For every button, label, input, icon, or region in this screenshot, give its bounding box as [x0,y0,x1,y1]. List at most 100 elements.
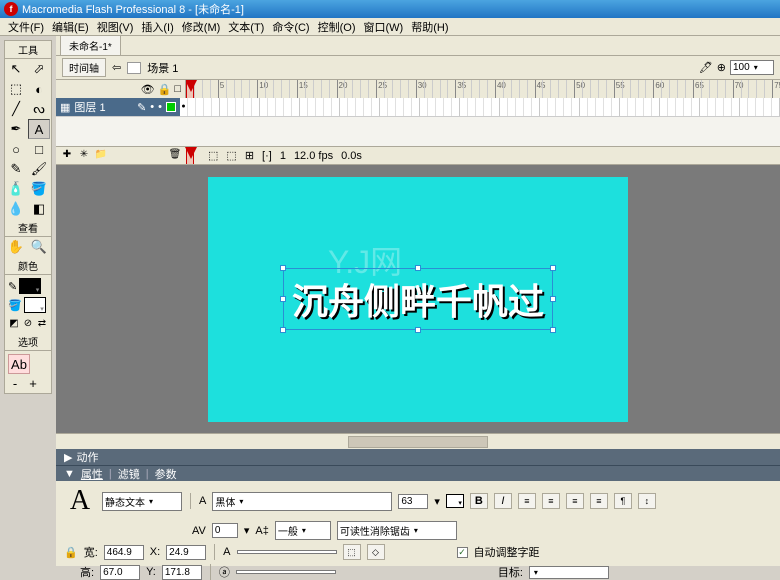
menu-text[interactable]: 文本(T) [224,19,268,35]
modify-onion-icon[interactable]: [·] [262,150,272,162]
pen-tool[interactable]: ✒ [5,119,27,139]
align-justify-button[interactable]: ≡ [590,493,608,509]
handle-mr[interactable] [550,296,556,302]
font-size-input[interactable]: 63 [398,494,428,509]
stage-text-content[interactable]: 沉舟侧畔千帆过 [292,273,544,325]
option-a[interactable]: - [8,376,22,390]
orientation-button[interactable]: ↕ [638,493,656,509]
target-select[interactable] [529,566,609,579]
subselection-tool[interactable]: ⬀ [28,59,50,79]
y-input[interactable]: 171.8 [162,565,202,580]
layer-name[interactable]: 图层 1 [74,99,105,115]
handle-ml[interactable] [280,296,286,302]
size-slider-icon[interactable]: ▾ [434,495,440,508]
keyframe-1[interactable] [180,98,188,116]
ink-bottle-tool[interactable]: 🧴 [5,179,27,199]
handle-bm[interactable] [415,327,421,333]
selectable-button[interactable]: ⬚ [343,544,361,560]
rectangle-tool[interactable]: □ [28,139,50,159]
new-folder-button[interactable]: 📁 [94,149,108,163]
auto-kern-checkbox[interactable]: ✓ [457,547,468,558]
eyedropper-tool[interactable]: 💧 [5,199,27,219]
oval-tool[interactable]: ○ [5,139,27,159]
gradient-tool[interactable]: ◐ [28,79,50,99]
scene-name[interactable]: 场景 1 [147,60,178,76]
default-colors-icon[interactable]: ◩ [8,316,20,330]
x-input[interactable]: 24.9 [166,545,206,560]
tab-filters[interactable]: 滤镜 [112,466,146,482]
show-hide-icon[interactable]: 👁 [141,83,155,96]
menu-file[interactable]: 文件(F) [4,19,48,35]
handle-tl[interactable] [280,265,286,271]
delete-layer-button[interactable]: 🗑 [168,149,182,163]
tab-properties[interactable]: 属性 [75,466,109,482]
expand-icon[interactable]: ▼ [64,468,75,480]
scene-back-icon[interactable]: ⇦ [112,61,121,74]
menu-modify[interactable]: 修改(M) [178,19,225,35]
link-input[interactable] [237,550,337,554]
bold-button[interactable]: B [470,493,488,509]
italic-button[interactable]: I [494,493,512,509]
var-input[interactable] [236,570,336,574]
text-type-select[interactable]: 静态文本 [102,492,182,511]
lock-icon[interactable]: 🔒 [158,83,172,96]
handle-tm[interactable] [415,265,421,271]
font-family-select[interactable]: 黑体 [212,492,392,511]
scrollbar-thumb[interactable] [348,436,488,448]
layer-row[interactable]: ▦ 图层 1 ✎ • • [56,98,780,116]
menu-help[interactable]: 帮助(H) [407,19,452,35]
text-color-swatch[interactable] [446,494,464,508]
width-input[interactable]: 464.9 [104,545,144,560]
anti-alias-select[interactable]: 可读性消除锯齿 [337,521,457,540]
hand-tool[interactable]: ✋ [5,237,27,257]
align-center-button[interactable]: ≡ [542,493,560,509]
timeline-ruler[interactable] [186,80,780,98]
fill-color-swatch[interactable] [24,297,46,313]
spacing-slider-icon[interactable]: ▾ [244,524,250,537]
edit-scene-icon[interactable]: 🖊 [699,61,713,74]
line-tool[interactable]: ╱ [5,99,27,119]
swap-colors-icon[interactable]: ⇄ [36,316,48,330]
html-button[interactable]: ◇ [367,544,385,560]
handle-bl[interactable] [280,327,286,333]
text-orientation-option[interactable]: Ab [8,354,30,374]
collapse-icon[interactable]: ▶ [64,451,72,464]
option-b[interactable]: + [26,376,40,390]
stroke-color-swatch[interactable] [19,278,41,294]
layer-vis-dot[interactable]: • [150,101,154,113]
onion-outlines-icon[interactable]: ⬚ [226,149,236,162]
handle-tr[interactable] [550,265,556,271]
text-object[interactable]: 沉舟侧畔千帆过 [283,268,553,330]
playhead-marker[interactable] [186,147,194,164]
kerning-select[interactable]: 一般 [275,521,331,540]
menu-control[interactable]: 控制(O) [314,19,360,35]
align-right-button[interactable]: ≡ [566,493,584,509]
document-tab[interactable]: 未命名-1* [60,35,121,55]
letter-spacing-input[interactable]: 0 [212,523,238,538]
outline-icon[interactable]: □ [174,83,181,95]
actions-panel-header[interactable]: ▶ 动作 [56,449,780,465]
menu-window[interactable]: 窗口(W) [360,19,408,35]
layer-lock-dot[interactable]: • [158,101,162,113]
lock-aspect-icon[interactable]: 🔒 [64,546,78,559]
paint-bucket-tool[interactable]: 🪣 [28,179,50,199]
layer-color-swatch[interactable] [166,102,176,112]
edit-multiple-icon[interactable]: ⊞ [245,149,254,162]
stage-viewport[interactable]: Y.J网 沉舟侧畔千帆过 [56,165,780,433]
pencil-tool[interactable]: ✎ [5,159,27,179]
free-transform-tool[interactable]: ⬚ [5,79,27,99]
eraser-tool[interactable]: ◧ [28,199,50,219]
zoom-select[interactable]: 100 [730,60,774,75]
text-tool[interactable]: A [28,119,50,139]
zoom-tool[interactable]: 🔍 [28,237,50,257]
playhead[interactable] [186,80,194,98]
selection-tool[interactable]: ↖ [5,59,27,79]
brush-tool[interactable]: 🖌 [28,159,50,179]
no-color-icon[interactable]: ⊘ [22,316,34,330]
handle-br[interactable] [550,327,556,333]
align-left-button[interactable]: ≡ [518,493,536,509]
height-input[interactable]: 67.0 [100,565,140,580]
menu-insert[interactable]: 插入(I) [137,19,177,35]
paragraph-button[interactable]: ¶ [614,493,632,509]
menu-view[interactable]: 视图(V) [93,19,138,35]
